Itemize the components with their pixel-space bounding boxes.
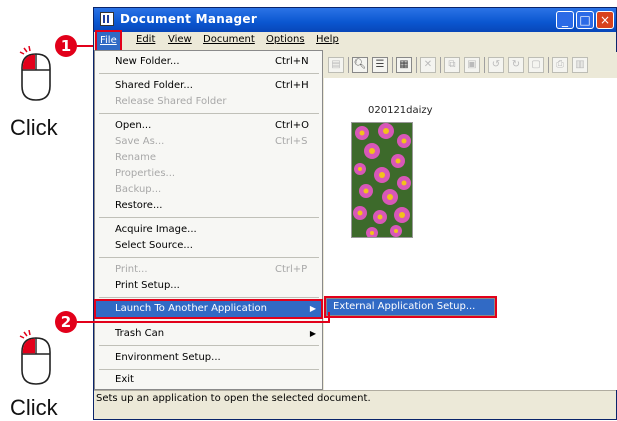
menu-separator	[99, 73, 319, 74]
menu-item-restore[interactable]: Restore...	[95, 197, 322, 215]
document-name: 020121daizy	[368, 105, 433, 116]
menu-options[interactable]: Options	[266, 34, 305, 45]
toolbar-separator	[548, 57, 549, 73]
window-title: Document Manager	[120, 12, 258, 26]
document-thumbnail[interactable]	[351, 122, 413, 238]
menu-help[interactable]: Help	[316, 34, 339, 45]
menu-document[interactable]: Document	[203, 34, 255, 45]
menu-item-label: Environment Setup...	[115, 352, 221, 363]
step1-badge: 1	[55, 35, 77, 57]
menu-separator	[99, 257, 319, 258]
status-bar: Sets up an application to open the selec…	[94, 390, 616, 406]
print-icon[interactable]: ⎙	[552, 57, 568, 73]
submenu-item-label: External Application Setup...	[333, 301, 476, 312]
step2-pointer-line	[77, 321, 330, 323]
menu-separator	[99, 369, 319, 370]
menu-item-new-folder[interactable]: New Folder... Ctrl+N	[95, 53, 322, 71]
thumbnail-view-icon[interactable]: ▦	[396, 57, 412, 73]
step2-badge: 2	[55, 311, 77, 333]
maximize-button[interactable]: □	[576, 11, 594, 29]
flower-image	[352, 123, 412, 237]
menu-item-label: Trash Can	[115, 328, 165, 339]
document-view: 020121daizy	[324, 78, 617, 390]
menu-item-select-source[interactable]: Select Source...	[95, 237, 322, 255]
menu-item-release-shared-folder[interactable]: Release Shared Folder	[95, 93, 322, 111]
minimize-button[interactable]: _	[556, 11, 574, 29]
menu-separator	[99, 217, 319, 218]
step1-click-label: Click	[10, 115, 58, 140]
menu-edit[interactable]: Edit	[136, 34, 155, 45]
file-menu: New Folder... Ctrl+N Shared Folder... Ct…	[94, 50, 323, 390]
toolbar-separator	[392, 57, 393, 73]
toolbar-separator	[484, 57, 485, 73]
submenu-item-external-application-setup[interactable]: External Application Setup...	[324, 296, 497, 318]
mouse-click-icon-step1	[19, 46, 51, 101]
step2-pointer-riser	[328, 312, 330, 322]
menu-item-label: Exit	[115, 374, 134, 385]
menu-item-exit[interactable]: Exit	[95, 371, 322, 389]
app-icon	[100, 12, 114, 26]
menu-item-trash-can[interactable]: Trash Can ▶	[95, 325, 322, 343]
page-icon[interactable]: ▢	[528, 57, 544, 73]
paste-icon[interactable]: ▤	[328, 57, 344, 73]
mouse-click-icon-step2	[19, 330, 51, 385]
toolbar-separator	[416, 57, 417, 73]
menu-separator	[99, 297, 319, 298]
more-icon[interactable]: ▥	[572, 57, 588, 73]
menu-item-label: Restore...	[115, 200, 163, 211]
delete-icon[interactable]: ✕	[420, 57, 436, 73]
close-button[interactable]: ×	[596, 11, 614, 29]
step2-click-label: Click	[10, 395, 58, 420]
menu-item-label: Select Source...	[115, 240, 193, 251]
toolbar-separator	[348, 57, 349, 73]
document-manager-window: Document Manager _ □ × File Edit View Do…	[93, 7, 617, 420]
toolbar-separator	[440, 57, 441, 73]
rotate-right-icon[interactable]: ↻	[508, 57, 524, 73]
menu-file[interactable]: File	[95, 30, 122, 52]
copy-icon[interactable]: ⧉	[444, 57, 460, 73]
menu-view[interactable]: View	[168, 34, 192, 45]
zoom-icon[interactable]: 🔍︎	[352, 57, 368, 73]
menu-item-environment-setup[interactable]: Environment Setup...	[95, 349, 322, 367]
menu-item-label: Launch To Another Application	[115, 303, 267, 314]
document-icon[interactable]: ▣	[464, 57, 480, 73]
submenu-arrow-icon: ▶	[309, 329, 316, 338]
rotate-left-icon[interactable]: ↺	[488, 57, 504, 73]
menu-item-label: New Folder...	[115, 56, 180, 67]
menu-item-print-setup[interactable]: Print Setup...	[95, 277, 322, 295]
menu-separator	[99, 113, 319, 114]
menu-bar: File Edit View Document Options Help	[94, 30, 616, 52]
menu-item-label: Release Shared Folder	[115, 96, 227, 107]
toolbar: ▤ 🔍︎ ☰ ▦ ✕ ⧉ ▣ ↺ ↻ ▢ ⎙ ▥	[324, 52, 617, 78]
menu-item-shortcut: Ctrl+N	[275, 56, 309, 67]
menu-separator	[99, 345, 319, 346]
menu-item-label: Print Setup...	[115, 280, 180, 291]
title-bar[interactable]: Document Manager _ □ ×	[94, 8, 616, 32]
submenu-arrow-icon: ▶	[309, 304, 316, 313]
menu-item-launch-to-another-application[interactable]: Launch To Another Application ▶	[94, 299, 323, 319]
list-view-icon[interactable]: ☰	[372, 57, 388, 73]
